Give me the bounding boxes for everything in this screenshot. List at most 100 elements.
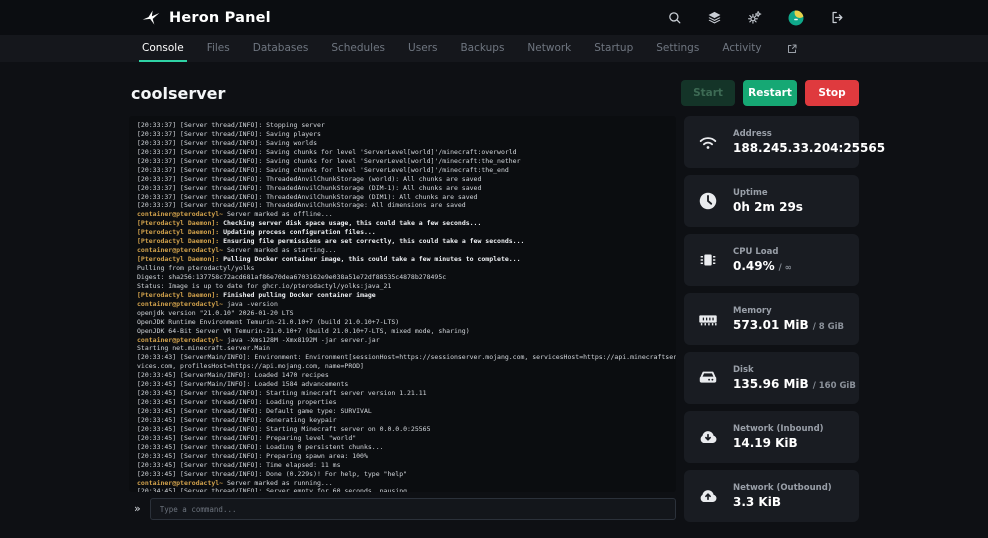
heron-logo-icon (141, 8, 161, 28)
console-line: [Pterodactyl Daemon]: Pulling Docker con… (137, 255, 521, 264)
stat-value: 188.245.33.204:25565 (733, 141, 886, 155)
console-line: [20:33:45] [Server thread/INFO]: Generat… (137, 415, 337, 424)
console-line: [20:33:37] [Server thread/INFO]: Stoppin… (137, 121, 325, 129)
server-title: coolserver (131, 83, 226, 103)
stat-secondary-value: / 8 GiB (812, 322, 844, 332)
disk-icon (697, 367, 719, 389)
tab-files[interactable]: Files (204, 35, 233, 62)
stat-value: 14.19 KiB (733, 436, 798, 450)
console-line: openjdk version "21.0.10" 2026-01-20 LTS (137, 308, 294, 317)
console-line: OpenJDK Runtime Environment Temurin-21.0… (137, 317, 400, 326)
console-line: [20:33:45] [Server thread/INFO]: Startin… (137, 424, 431, 433)
tab-schedules[interactable]: Schedules (328, 35, 388, 62)
command-prompt-icon: » (134, 502, 141, 515)
stat-value: 573.01 MiB (733, 318, 809, 332)
stat-card-memory: Memory 573.01 MiB/ 8 GiB (684, 293, 859, 345)
tab-databases[interactable]: Databases (250, 35, 312, 62)
console-line: [20:33:37] [Server thread/INFO]: Threade… (137, 192, 478, 201)
power-actions: Start Restart Stop (681, 80, 859, 106)
layers-icon[interactable] (707, 10, 722, 25)
console-line: Pulling from pterodactyl/yolks (137, 264, 255, 272)
search-icon[interactable] (667, 10, 682, 25)
tab-settings[interactable]: Settings (653, 35, 702, 62)
console-line: [Pterodactyl Daemon]: Finished pulling D… (137, 290, 376, 299)
gears-icon[interactable] (747, 10, 762, 25)
server-nav: Console Files Databases Schedules Users Backu… (0, 35, 988, 62)
cloud-upload-icon (697, 485, 719, 507)
header-actions (667, 9, 855, 27)
tab-backups[interactable]: Backups (457, 35, 507, 62)
stat-card-disk: Disk 135.96 MiB/ 160 GiB (684, 352, 859, 404)
console-line: Digest: sha256:137758c72acd681af86e70dea… (137, 272, 447, 281)
server-stats: Address 188.245.33.204:25565 Uptime 0h 2m 2… (684, 116, 885, 522)
console-line: [20:33:45] [Server thread/INFO]: Startin… (137, 389, 427, 398)
console-line: [20:33:45] [Server thread/INFO]: Loading… (137, 398, 337, 407)
console-line: [Pterodactyl Daemon]: Updating process c… (137, 228, 376, 237)
stat-card-address: Address 188.245.33.204:25565 (684, 116, 885, 168)
console-line: OpenJDK 64-Bit Server VM Temurin-21.0.10… (137, 326, 470, 335)
wifi-icon (697, 131, 719, 153)
stat-label: Disk (733, 365, 754, 375)
stat-label: Uptime (733, 188, 768, 198)
console-line: [20:33:43] [ServerMain/INFO]: Environmen… (137, 353, 676, 362)
stat-secondary-value: / 160 GiB (812, 381, 856, 391)
console-line: [Pterodactyl Daemon]: Ensuring file perm… (137, 237, 525, 246)
console-line: [20:33:45] [Server thread/INFO]: Loading… (137, 442, 384, 451)
console-line: [20:33:45] [ServerMain/INFO]: Loaded 158… (137, 380, 349, 389)
clock-icon (697, 190, 719, 212)
console-line: [20:33:45] [Server thread/INFO]: Prepari… (137, 433, 357, 442)
stat-card-cpu-load: CPU Load 0.49% / ∞ (684, 234, 859, 286)
console-line: [Pterodactyl Daemon]: Checking server di… (137, 219, 482, 228)
stat-label: CPU Load (733, 247, 779, 257)
tab-users[interactable]: Users (405, 35, 440, 62)
console-line: Status: Image is up to date for ghcr.io/… (137, 281, 392, 290)
stat-card-uptime: Uptime 0h 2m 29s (684, 175, 859, 227)
cloud-download-icon (697, 426, 719, 448)
console-line: container@pterodactyl~ java -Xms128M -Xm… (137, 335, 380, 344)
stop-button[interactable]: Stop (805, 80, 859, 106)
console-line: [20:33:45] [Server thread/INFO]: Prepari… (137, 451, 368, 460)
console-line: [20:33:37] [Server thread/INFO]: Threade… (137, 174, 482, 183)
restart-button[interactable]: Restart (743, 80, 797, 106)
console-line: [20:33:37] [Server thread/INFO]: Saving … (137, 156, 521, 165)
console-line: [20:33:37] [Server thread/INFO]: Saving … (137, 138, 318, 147)
command-input[interactable] (149, 498, 676, 520)
tab-network[interactable]: Network (524, 35, 574, 62)
console-line: container@pterodactyl~ Server marked as … (137, 210, 333, 219)
tab-activity[interactable]: Activity (719, 35, 764, 62)
console-line: vices.com, profilesHost=https://api.moja… (137, 362, 364, 371)
app-title: Heron Panel (169, 9, 271, 26)
stat-value: 135.96 MiB (733, 377, 809, 391)
stat-label: Network (Outbound) (733, 483, 832, 493)
stat-value: 0.49% (733, 259, 775, 273)
memory-icon (697, 308, 719, 330)
console-line: Starting net.minecraft.server.Main (137, 344, 271, 353)
console-line: [20:33:45] [Server thread/INFO]: Default… (137, 407, 372, 415)
user-avatar[interactable] (787, 9, 805, 27)
cpu-chip-icon (697, 249, 719, 271)
stat-label: Network (Inbound) (733, 424, 824, 434)
console-line: container@pterodactyl~ Server marked as … (137, 246, 337, 255)
console-line: [20:33:37] [Server thread/INFO]: Threade… (137, 183, 482, 192)
top-header: Heron Panel (0, 0, 988, 35)
tab-startup[interactable]: Startup (591, 35, 636, 62)
stat-label: Address (733, 129, 772, 139)
app-logo[interactable]: Heron Panel (133, 8, 271, 28)
start-button[interactable]: Start (681, 80, 735, 106)
console-line: [20:33:45] [Server thread/INFO]: Done (0… (137, 469, 408, 478)
external-link-icon[interactable] (782, 35, 798, 62)
console-line: [20:33:37] [Server thread/INFO]: Saving … (137, 129, 321, 138)
console-line: container@pterodactyl~ java -version (137, 299, 278, 308)
console-line: [20:33:45] [Server thread/INFO]: Time el… (137, 460, 341, 469)
stat-value: 0h 2m 29s (733, 200, 803, 214)
console-line: [20:33:45] [ServerMain/INFO]: Loaded 147… (137, 371, 329, 380)
console-output[interactable]: [20:33:37] [Server thread/INFO]: Stoppin… (129, 116, 676, 492)
logout-icon[interactable] (830, 10, 845, 25)
stat-card-network-inbound: Network (Inbound) 14.19 KiB (684, 411, 859, 463)
console-line: [20:33:37] [Server thread/INFO]: Saving … (137, 147, 517, 156)
console-line: [20:33:37] [Server thread/INFO]: Threade… (137, 201, 466, 210)
command-row: » (129, 498, 676, 520)
tab-console[interactable]: Console (139, 35, 187, 62)
stat-secondary-value: / ∞ (778, 263, 792, 273)
stat-card-network-outbound: Network (Outbound) 3.3 KiB (684, 470, 859, 522)
